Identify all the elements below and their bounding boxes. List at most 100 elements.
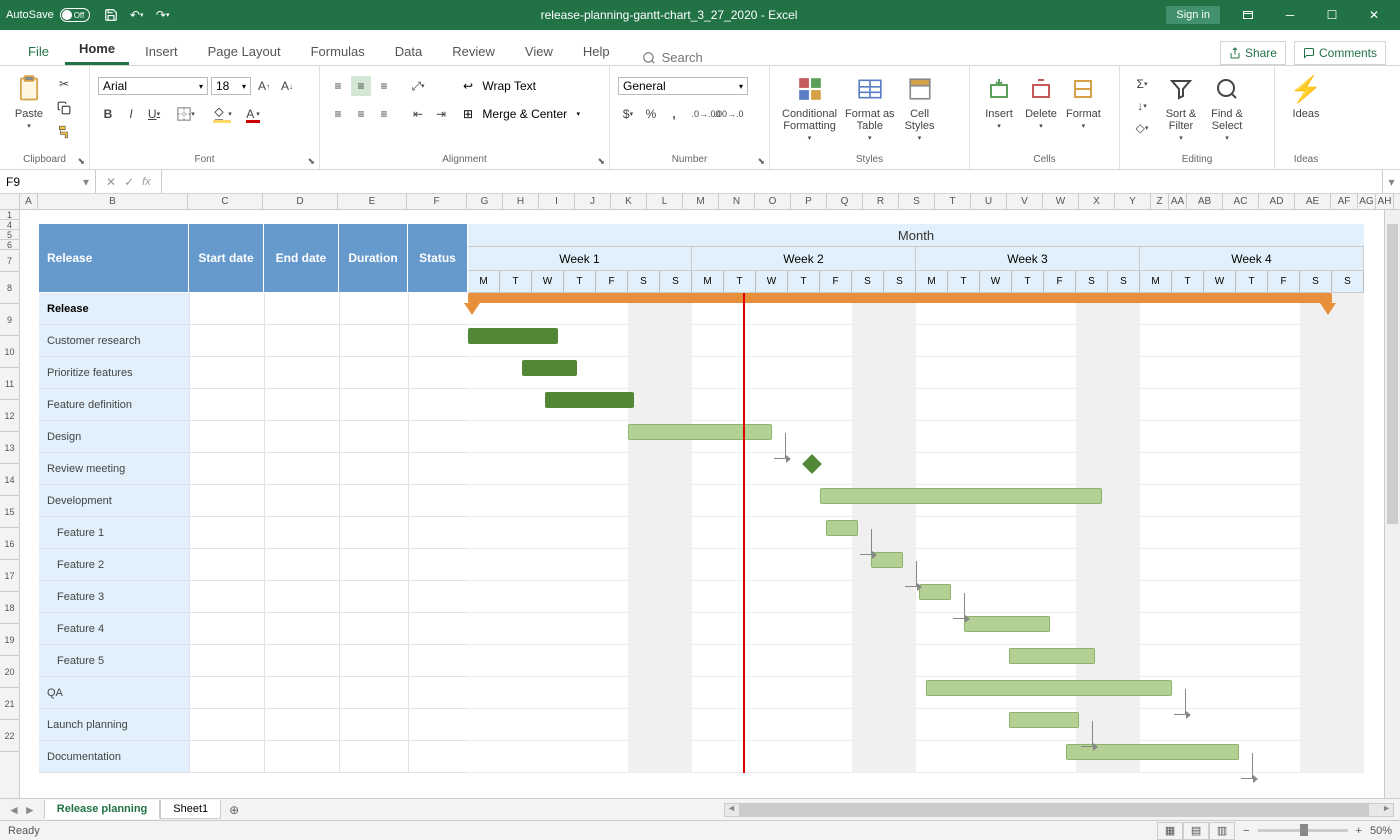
task-duration-cell[interactable] bbox=[339, 453, 408, 484]
row-header[interactable]: 19 bbox=[0, 624, 19, 656]
cancel-formula-icon[interactable]: ✕ bbox=[106, 175, 116, 189]
toggle-switch[interactable]: Off bbox=[60, 8, 90, 22]
task-start-cell[interactable] bbox=[189, 325, 264, 356]
gantt-bar[interactable] bbox=[826, 520, 858, 536]
row-header[interactable]: 15 bbox=[0, 496, 19, 528]
orientation-icon[interactable]: ⤢▾ bbox=[408, 76, 428, 96]
task-name[interactable]: Prioritize features bbox=[39, 357, 189, 388]
tab-formulas[interactable]: Formulas bbox=[297, 38, 379, 65]
task-name[interactable]: Release bbox=[39, 293, 189, 324]
column-header[interactable]: N bbox=[719, 194, 755, 209]
task-name[interactable]: Development bbox=[39, 485, 189, 516]
task-name[interactable]: Feature 2 bbox=[39, 549, 189, 580]
decrease-decimal-icon[interactable]: .00→.0 bbox=[719, 104, 739, 124]
task-start-cell[interactable] bbox=[189, 517, 264, 548]
task-duration-cell[interactable] bbox=[339, 645, 408, 676]
column-header[interactable]: R bbox=[863, 194, 899, 209]
task-status-cell[interactable] bbox=[408, 485, 468, 516]
row-header[interactable]: 13 bbox=[0, 432, 19, 464]
increase-decimal-icon[interactable]: .0→.00 bbox=[696, 104, 716, 124]
task-start-cell[interactable] bbox=[189, 613, 264, 644]
zoom-level[interactable]: 50% bbox=[1370, 825, 1392, 837]
cut-icon[interactable]: ✂ bbox=[54, 74, 74, 94]
column-header[interactable]: G bbox=[467, 194, 503, 209]
tab-help[interactable]: Help bbox=[569, 38, 624, 65]
task-name[interactable]: Feature 5 bbox=[39, 645, 189, 676]
share-button[interactable]: Share bbox=[1220, 41, 1286, 65]
zoom-slider-thumb[interactable] bbox=[1300, 824, 1308, 836]
task-end-cell[interactable] bbox=[264, 549, 339, 580]
row-header[interactable]: 20 bbox=[0, 656, 19, 688]
merge-center-button[interactable]: ⊞ Merge & Center ▾ bbox=[463, 102, 580, 126]
task-status-cell[interactable] bbox=[408, 357, 468, 388]
column-header[interactable]: AA bbox=[1169, 194, 1187, 209]
gantt-bar[interactable] bbox=[468, 293, 1332, 303]
task-end-cell[interactable] bbox=[264, 357, 339, 388]
column-header[interactable]: AG bbox=[1358, 194, 1376, 209]
column-header[interactable]: AC bbox=[1223, 194, 1259, 209]
sheet-nav-prev-icon[interactable]: ◄ bbox=[8, 803, 20, 817]
column-header[interactable]: AD bbox=[1259, 194, 1295, 209]
column-header[interactable]: B bbox=[38, 194, 188, 209]
task-status-cell[interactable] bbox=[408, 613, 468, 644]
task-duration-cell[interactable] bbox=[339, 325, 408, 356]
comments-button[interactable]: Comments bbox=[1294, 41, 1386, 65]
task-end-cell[interactable] bbox=[264, 453, 339, 484]
decrease-indent-icon[interactable]: ⇤ bbox=[408, 104, 428, 124]
task-name[interactable]: QA bbox=[39, 677, 189, 708]
gantt-bar[interactable] bbox=[926, 680, 1172, 696]
task-status-cell[interactable] bbox=[408, 293, 468, 324]
ribbon-display-icon[interactable] bbox=[1228, 1, 1268, 29]
column-header[interactable]: P bbox=[791, 194, 827, 209]
task-name[interactable]: Customer research bbox=[39, 325, 189, 356]
task-duration-cell[interactable] bbox=[339, 389, 408, 420]
column-header[interactable]: S bbox=[899, 194, 935, 209]
sheet-tab[interactable]: Release planning bbox=[44, 800, 160, 819]
column-header[interactable]: H bbox=[503, 194, 539, 209]
task-status-cell[interactable] bbox=[408, 325, 468, 356]
maximize-icon[interactable]: ☐ bbox=[1312, 1, 1352, 29]
column-header[interactable]: F bbox=[407, 194, 467, 209]
bold-button[interactable]: B bbox=[98, 104, 118, 124]
cell-styles-button[interactable]: Cell Styles▾ bbox=[899, 70, 941, 146]
gantt-bar[interactable] bbox=[820, 488, 1102, 504]
column-header[interactable]: AB bbox=[1187, 194, 1223, 209]
column-header[interactable]: V bbox=[1007, 194, 1043, 209]
cell-canvas[interactable]: Release Start date End date Duration Sta… bbox=[20, 210, 1382, 798]
clear-icon[interactable]: ◇▾ bbox=[1128, 118, 1156, 138]
task-name[interactable]: Feature definition bbox=[39, 389, 189, 420]
column-header[interactable]: AF bbox=[1331, 194, 1358, 209]
column-header[interactable]: L bbox=[647, 194, 683, 209]
row-header[interactable]: 5 bbox=[0, 230, 19, 240]
enter-formula-icon[interactable]: ✓ bbox=[124, 175, 134, 189]
task-status-cell[interactable] bbox=[408, 421, 468, 452]
gantt-bar[interactable] bbox=[919, 584, 951, 600]
row-header[interactable]: 21 bbox=[0, 688, 19, 720]
task-status-cell[interactable] bbox=[408, 549, 468, 580]
gantt-bar[interactable] bbox=[522, 360, 576, 376]
row-header[interactable]: 1 bbox=[0, 210, 19, 220]
column-header[interactable]: D bbox=[263, 194, 338, 209]
task-status-cell[interactable] bbox=[408, 645, 468, 676]
conditional-formatting-button[interactable]: Conditional Formatting▾ bbox=[778, 70, 841, 146]
add-sheet-button[interactable]: ⊕ bbox=[221, 803, 247, 817]
align-right-icon[interactable]: ≡ bbox=[374, 104, 394, 124]
task-end-cell[interactable] bbox=[264, 741, 339, 772]
column-header[interactable]: AH bbox=[1376, 194, 1394, 209]
tab-data[interactable]: Data bbox=[381, 38, 436, 65]
column-header[interactable]: E bbox=[338, 194, 407, 209]
underline-button[interactable]: U▾ bbox=[144, 104, 164, 124]
page-layout-view-icon[interactable]: ▤ bbox=[1183, 822, 1209, 840]
zoom-out-icon[interactable]: − bbox=[1243, 825, 1249, 837]
search-box[interactable] bbox=[642, 50, 742, 65]
align-left-icon[interactable]: ≡ bbox=[328, 104, 348, 124]
ideas-button[interactable]: ⚡Ideas bbox=[1283, 70, 1329, 146]
name-box[interactable]: F9▾ bbox=[0, 170, 96, 193]
close-icon[interactable]: ✕ bbox=[1354, 1, 1394, 29]
task-end-cell[interactable] bbox=[264, 517, 339, 548]
task-duration-cell[interactable] bbox=[339, 741, 408, 772]
column-header[interactable]: Z bbox=[1151, 194, 1169, 209]
tab-page-layout[interactable]: Page Layout bbox=[194, 38, 295, 65]
copy-icon[interactable] bbox=[54, 98, 74, 118]
task-status-cell[interactable] bbox=[408, 517, 468, 548]
